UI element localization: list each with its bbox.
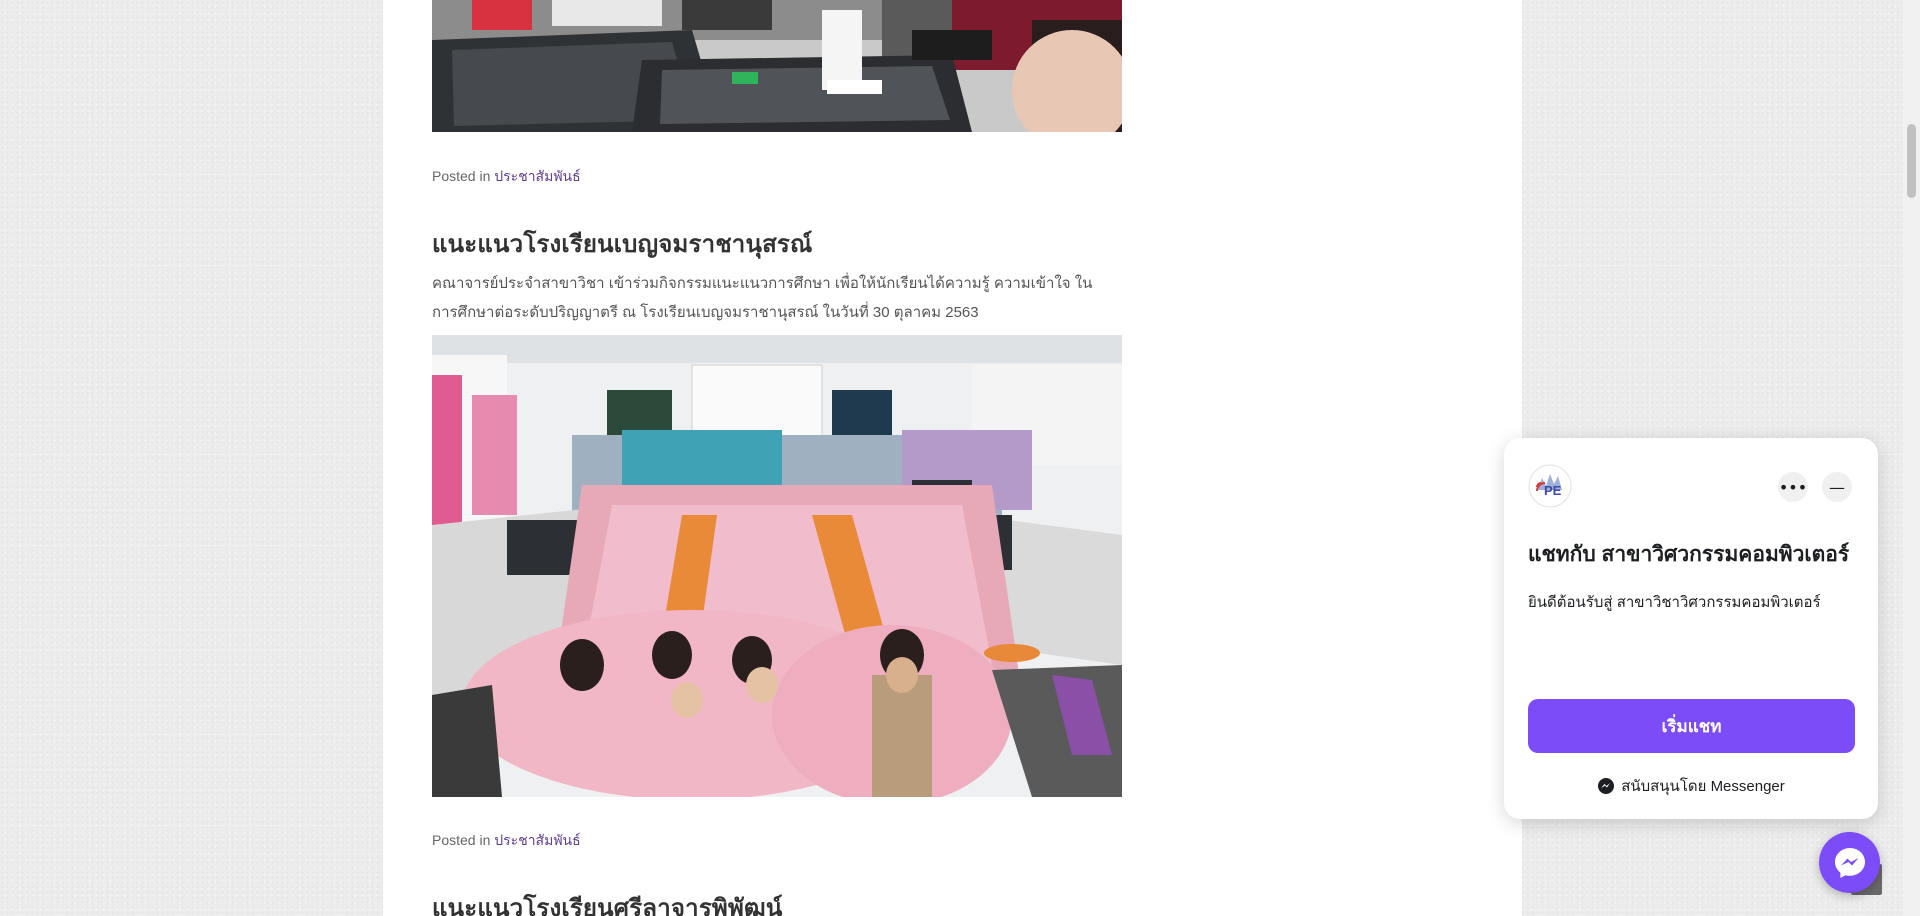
post-image-previous[interactable] <box>432 0 1122 132</box>
powered-by-label: สนับสนุนโดย Messenger <box>1621 778 1785 795</box>
classroom-group-photo <box>432 335 1122 797</box>
posted-in-label: Posted in <box>432 168 491 184</box>
messenger-icon <box>1834 847 1865 878</box>
minimize-button[interactable]: — <box>1822 472 1852 502</box>
posted-in-label: Posted in <box>432 832 491 848</box>
minimize-icon: — <box>1829 477 1845 497</box>
logo-text: PE <box>1544 483 1562 498</box>
scrollbar[interactable] <box>1903 0 1920 916</box>
chat-title: แชทกับ สาขาวิศวกรรมคอมพิวเตอร์ <box>1528 543 1850 566</box>
powered-by[interactable]: สนับสนุนโดย Messenger <box>1504 774 1878 798</box>
post-excerpt: คณาจารย์ประจำสาขาวิชา เข้าร่วมกิจกรรมแนะ… <box>432 275 1093 321</box>
more-horizontal-icon: ••• <box>1778 477 1808 497</box>
post-meta: Posted in ประชาสัมพันธ์ <box>432 830 581 852</box>
category-link[interactable]: ประชาสัมพันธ์ <box>494 832 580 848</box>
post-title[interactable]: แนะแนวโรงเรียนเบญจมราชานุสรณ์ <box>432 224 813 263</box>
messenger-chat-widget: PE ••• — แชทกับ สาขาวิศวกรรมคอมพิวเตอร์ … <box>1504 438 1878 819</box>
cpe-logo-icon: PE <box>1528 464 1572 508</box>
messenger-icon <box>1598 778 1615 794</box>
start-chat-button[interactable]: เริ่มแชท <box>1528 699 1855 753</box>
page-logo: PE <box>1528 464 1572 508</box>
blog-page: Posted in ประชาสัมพันธ์ แนะแนวโรงเรียนเบ… <box>383 0 1522 916</box>
category-link[interactable]: ประชาสัมพันธ์ <box>494 168 580 184</box>
scrollbar-thumb[interactable] <box>1907 124 1916 198</box>
post-image[interactable] <box>432 335 1122 797</box>
messenger-launcher-button[interactable] <box>1819 832 1880 893</box>
post-meta: Posted in ประชาสัมพันธ์ <box>432 166 581 188</box>
more-options-button[interactable]: ••• <box>1778 472 1808 502</box>
classroom-photo-previous <box>432 0 1122 132</box>
post-title[interactable]: แนะแนวโรงเรียนศรีลาจารพิพัฒน์ <box>432 888 782 916</box>
chat-welcome-message: ยินดีต้อนรับสู่ สาขาวิชาวิศวกรรมคอมพิวเต… <box>1528 594 1821 611</box>
